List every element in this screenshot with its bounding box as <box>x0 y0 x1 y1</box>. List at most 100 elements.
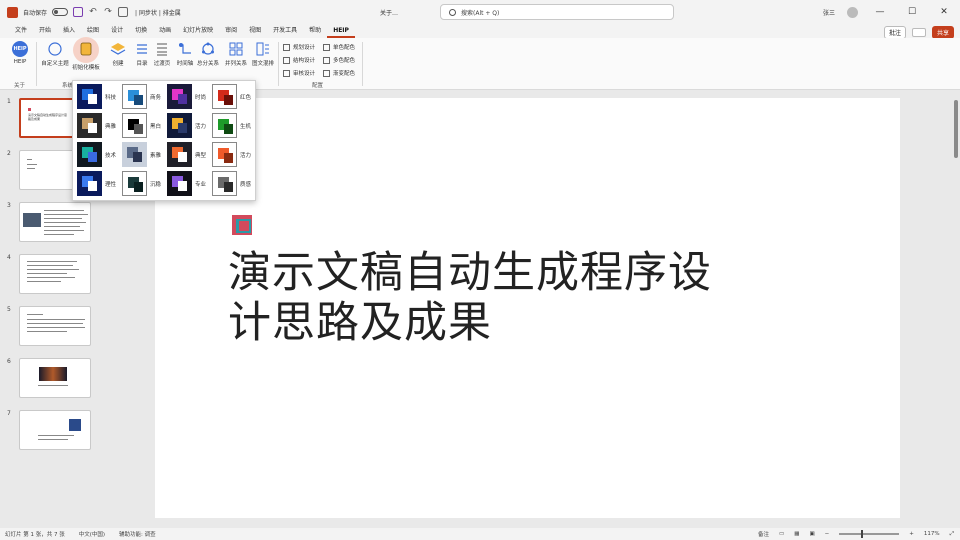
multi-color-button[interactable]: 多色配色 <box>323 56 355 64</box>
tab-file[interactable]: 文件 <box>9 24 33 38</box>
slide-thumbnail-5[interactable] <box>19 306 91 346</box>
slide-thumbnail-6[interactable] <box>19 358 91 398</box>
tab-developer[interactable]: 开发工具 <box>267 24 303 38</box>
reading-view-icon[interactable]: ▣ <box>809 531 814 537</box>
zoom-out-icon[interactable]: − <box>825 531 830 537</box>
tab-slideshow[interactable]: 幻灯片放映 <box>177 24 219 38</box>
theme-swatch <box>122 113 147 138</box>
maximize-button[interactable]: ☐ <box>902 7 922 17</box>
zoom-level[interactable]: 117% <box>924 531 940 537</box>
qat-extra[interactable]: | 同步状 | 排金属 <box>135 8 181 17</box>
zoom-slider[interactable] <box>839 530 900 538</box>
tab-transitions[interactable]: 切换 <box>129 24 153 38</box>
thumb-line <box>27 281 61 282</box>
tab-review[interactable]: 审阅 <box>219 24 243 38</box>
hierarchy-button[interactable]: 总分关系 <box>193 41 223 67</box>
ribbon-tabs: 文件 开始 插入 绘图 设计 切换 动画 幻灯片放映 审阅 视图 开发工具 帮助… <box>0 24 960 39</box>
swatch-shape <box>178 94 187 104</box>
gallery-item-label: 生机 <box>240 123 252 130</box>
tab-insert[interactable]: 插入 <box>57 24 81 38</box>
swatch-shape <box>224 95 233 105</box>
tab-animations[interactable]: 动画 <box>153 24 177 38</box>
undo-icon[interactable]: ↶ <box>88 7 98 17</box>
timeline-icon <box>179 43 191 54</box>
thumb-image <box>23 213 41 227</box>
thumb-line <box>44 222 86 223</box>
avatar[interactable] <box>847 6 858 18</box>
tab-help[interactable]: 帮助 <box>303 24 327 38</box>
gallery-item-label: 质感 <box>240 181 252 188</box>
template-icon <box>80 42 92 56</box>
gallery-item[interactable]: 理性 <box>77 171 123 196</box>
minimize-button[interactable]: — <box>870 7 890 17</box>
gradient-color-button[interactable]: 渐变配色 <box>323 69 355 77</box>
slide-number: 3 <box>7 202 11 209</box>
tab-design[interactable]: 设计 <box>105 24 129 38</box>
parallel-button[interactable]: 并列关系 <box>221 41 251 67</box>
normal-view-icon[interactable]: ▭ <box>779 531 784 537</box>
zoom-in-icon[interactable]: + <box>909 531 914 537</box>
tab-heip[interactable]: HEIP <box>327 24 355 38</box>
scrollbar-thumb[interactable] <box>954 100 958 158</box>
thumb-line <box>27 269 79 270</box>
gallery-item[interactable]: 沉稳 <box>122 171 168 196</box>
slide-title[interactable]: 演示文稿自动生成程序设 计思路及成果 <box>228 248 788 348</box>
slide-thumbnail-7[interactable] <box>19 410 91 450</box>
mono-color-button[interactable]: 单色配色 <box>323 43 355 51</box>
user-name[interactable]: 张三 <box>823 8 835 17</box>
gallery-item-label: 技术 <box>105 152 117 159</box>
slide-thumbnail-3[interactable] <box>19 202 91 242</box>
search-box[interactable]: 搜索(Alt + Q) <box>440 4 674 20</box>
mixed-layout-button[interactable]: 图文混排 <box>248 41 278 67</box>
slide-thumbnail-4[interactable] <box>19 254 91 294</box>
gallery-item[interactable]: 素雅 <box>122 142 168 167</box>
gallery-item[interactable]: 科技 <box>77 84 123 109</box>
thumb-line <box>27 159 32 160</box>
fit-slide-icon[interactable]: ⤢ <box>950 531 954 538</box>
tab-home[interactable]: 开始 <box>33 24 57 38</box>
gallery-item[interactable]: 活力 <box>167 113 213 138</box>
gallery-item[interactable]: 质感 <box>212 171 258 196</box>
theme-swatch <box>212 142 237 167</box>
ribbon-separator <box>36 42 37 86</box>
present-icon[interactable] <box>911 28 926 37</box>
init-template-button[interactable]: 初始化模板 <box>71 37 101 71</box>
heip-button[interactable]: HEIP HEIP <box>5 41 35 65</box>
close-button[interactable]: ✕ <box>934 7 954 17</box>
swatch-shape <box>133 152 142 162</box>
search-input[interactable]: 搜索(Alt + Q) <box>461 8 499 17</box>
thumb-image <box>69 419 81 431</box>
gallery-item[interactable]: 黑白 <box>122 113 168 138</box>
autosave-toggle[interactable] <box>52 8 69 16</box>
gallery-item[interactable]: 典雅 <box>77 113 123 138</box>
swatch-shape <box>88 94 97 104</box>
language-status[interactable]: 中文(中国) <box>79 530 105 538</box>
sorter-view-icon[interactable]: ▦ <box>794 531 799 537</box>
gallery-item[interactable]: 典型 <box>167 142 213 167</box>
custom-theme-button[interactable]: 自定义主题 <box>40 41 70 67</box>
gallery-item-label: 沉稳 <box>150 181 162 188</box>
tab-draw[interactable]: 绘图 <box>81 24 105 38</box>
gallery-item[interactable]: 时尚 <box>167 84 213 109</box>
gallery-item[interactable]: 红色 <box>212 84 258 109</box>
gallery-item[interactable]: 商务 <box>122 84 168 109</box>
notes-button[interactable]: 备注 <box>758 530 769 538</box>
gallery-item[interactable]: 专业 <box>167 171 213 196</box>
slide[interactable]: 演示文稿自动生成程序设 计思路及成果 <box>155 98 900 518</box>
tab-view[interactable]: 视图 <box>243 24 267 38</box>
gallery-item[interactable]: 技术 <box>77 142 123 167</box>
plan-design-button[interactable]: 规划设计 <box>283 43 315 51</box>
vertical-scrollbar[interactable] <box>952 90 960 528</box>
gallery-item[interactable]: 活力 <box>212 142 258 167</box>
save-icon[interactable] <box>73 7 84 17</box>
thumb-line <box>44 218 82 219</box>
gallery-item[interactable]: 生机 <box>212 113 258 138</box>
theme-swatch <box>77 84 102 109</box>
document-title[interactable]: 关于… <box>380 8 398 17</box>
format-painter-icon[interactable] <box>118 7 129 17</box>
structure-design-button[interactable]: 结构设计 <box>283 56 315 64</box>
redo-icon[interactable]: ↷ <box>103 7 113 17</box>
accessibility-status[interactable]: 辅助功能: 调查 <box>119 530 156 538</box>
slide-title-line-1: 演示文稿自动生成程序设 <box>228 248 712 298</box>
review-design-button[interactable]: 审核设计 <box>283 69 315 77</box>
